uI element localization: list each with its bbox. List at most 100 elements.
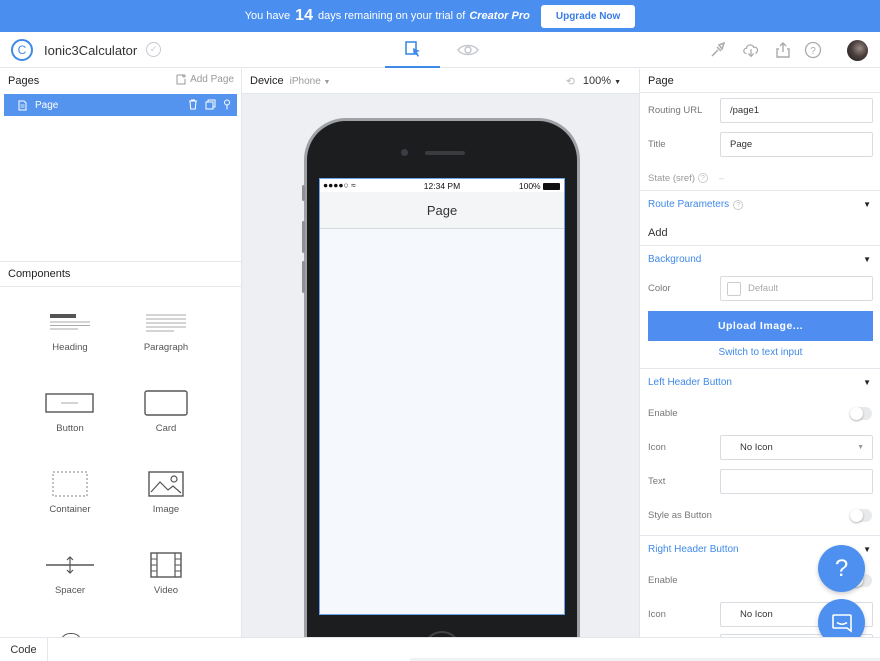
component-heading[interactable]: Heading [30,307,110,353]
cloud-download-icon[interactable] [742,41,760,59]
banner-middle: days remaining on your trial of [317,10,466,22]
caret-down-icon: ▼ [863,545,871,554]
caret-down-icon: ▼ [614,79,621,86]
zoom-select[interactable]: 100% ▼ [583,75,621,87]
enable-label: Enable [648,407,678,419]
color-picker-input[interactable]: Default [720,276,873,301]
device-select[interactable]: iPhone ▼ [290,76,331,87]
zoom-value: 100% [582,75,611,87]
design-canvas: Device iPhone ▼ ⟲ 100% ▼ ●●●●○ ≈ 12:34 P… [242,69,639,637]
upgrade-now-button[interactable]: Upgrade Now [540,4,636,28]
component-container[interactable]: Container [30,469,110,515]
color-swatch-icon [727,281,741,296]
title-input[interactable]: Page [720,132,873,157]
icon-select[interactable]: No Icon ▼ [720,435,873,460]
left-header-button-title: Left Header Button [648,377,732,388]
phone-volume-up [302,221,305,253]
creator-logo-icon[interactable]: C [11,39,33,61]
trial-banner: You have 14 days remaining on your trial… [0,0,880,32]
container-icon [52,471,88,497]
component-paragraph[interactable]: Paragraph [126,307,206,353]
help-circle-icon[interactable]: ? [804,41,822,59]
caret-down-icon: ▼ [863,255,871,264]
enable-toggle[interactable] [850,406,872,420]
state-row: State (sref) ? – [640,171,880,185]
app-header: C Ionic3Calculator ✓ ? [0,32,880,68]
components-panel-title: Components [0,261,241,287]
header-text-input[interactable] [720,469,873,494]
duplicate-icon[interactable] [205,99,216,110]
page-item-label: Page [35,99,59,111]
component-card[interactable]: Card [126,388,206,434]
page-navbar[interactable]: Page [320,192,564,229]
theme-brush-icon[interactable] [709,41,727,59]
component-label: Heading [52,342,88,353]
upload-image-button[interactable]: Upload Image... [648,311,873,341]
share-export-icon[interactable] [774,41,792,59]
color-default-text: Default [748,283,779,294]
canvas-toolbar: Device iPhone ▼ ⟲ 100% ▼ [242,69,639,94]
saved-check-icon: ✓ [146,42,161,57]
component-spacer[interactable]: Spacer [30,550,110,596]
phone-mute-button [302,185,305,201]
component-label: Card [155,423,177,434]
state-value: – [719,173,725,183]
text-label: Text [648,476,666,487]
title-row: Title Page [640,132,880,157]
trash-icon[interactable] [188,99,198,110]
routing-url-row: Routing URL /page1 [640,98,880,123]
style-as-button-label: Style as Button [648,509,712,521]
component-label: Image [152,504,180,515]
routing-url-label: Routing URL [648,105,703,116]
style-as-button-row: Style as Button [640,508,880,522]
pin-icon[interactable] [223,99,231,110]
background-section[interactable]: Background ▼ [640,245,880,273]
bottom-bar: Code [0,637,880,661]
component-button[interactable]: Button [30,388,110,434]
page-file-icon [18,100,27,110]
device-label: Device [250,75,284,87]
video-icon [150,552,182,578]
icon-select-value: No Icon [740,442,773,453]
battery-percent: 100% [518,181,541,191]
add-page-button[interactable]: Add Page [176,74,234,85]
left-header-button-section[interactable]: Left Header Button ▼ [640,368,880,396]
color-row: Color Default [640,276,880,301]
style-as-button-toggle[interactable] [850,508,872,522]
add-page-label: Add Page [190,74,234,85]
battery-icon [543,183,560,191]
spacer-icon [46,556,94,574]
user-avatar[interactable] [847,40,868,61]
code-tab[interactable]: Code [0,638,48,661]
phone-camera [401,149,408,156]
help-fab-button[interactable]: ? [818,545,865,592]
state-label: State (sref) [648,172,695,184]
component-image[interactable]: Image [126,469,206,515]
add-route-param-button[interactable]: Add [648,227,668,239]
properties-title: Page [640,69,880,93]
heading-icon [50,314,90,330]
card-icon [144,390,188,416]
component-video[interactable]: Video [126,550,206,596]
page-list-item[interactable]: Page [4,94,237,116]
caret-down-icon: ▼ [863,378,871,387]
route-parameters-title: Route Parameters [648,199,730,210]
routing-url-input[interactable]: /page1 [720,98,873,123]
page-navbar-title: Page [426,202,458,218]
preview-mode-tab[interactable] [448,32,488,68]
caret-down-icon: ▼ [863,200,871,209]
right-icon-label: Icon [648,609,666,620]
component-label: Video [153,585,179,596]
route-parameters-section[interactable]: Route Parameters ? ▼ [640,190,880,218]
design-mode-tab[interactable] [385,32,440,68]
battery-status: 100% [519,181,560,191]
switch-to-text-input-link[interactable]: Switch to text input [640,347,880,358]
phone-screen[interactable]: ●●●●○ ≈ 12:34 PM 100% Page [319,178,565,615]
route-params-add-row: Add [640,225,880,241]
rotate-icon[interactable]: ⟲ [566,75,575,88]
left-sidebar: Pages Add Page Page Components Heading P… [0,69,242,643]
chat-bubble-icon [831,613,852,633]
component-label: Button [56,423,84,434]
project-name[interactable]: Ionic3Calculator [44,43,137,58]
icon-label: Icon [648,442,666,453]
